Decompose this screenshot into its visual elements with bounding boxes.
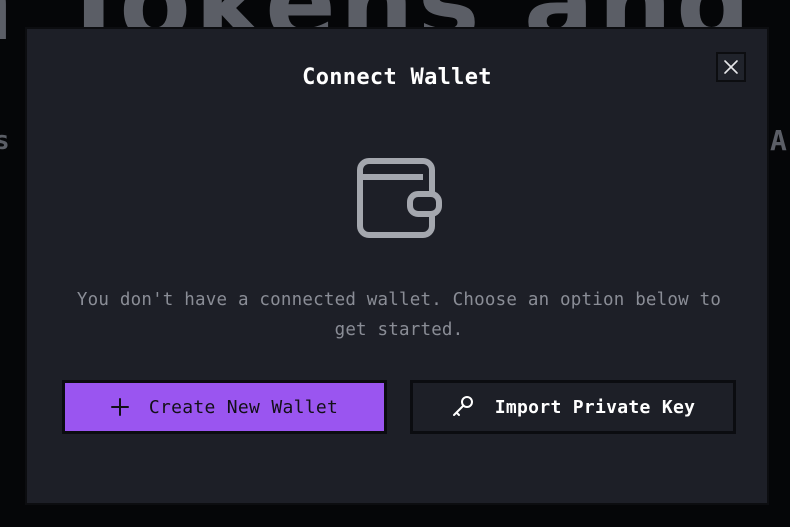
close-button[interactable] <box>716 52 746 82</box>
close-icon <box>724 60 738 74</box>
plus-icon <box>110 398 129 416</box>
wallet-icon <box>357 157 443 243</box>
create-new-wallet-button[interactable]: Create New Wallet <box>62 380 387 434</box>
import-private-key-button[interactable]: Import Private Key <box>410 380 736 434</box>
create-new-wallet-label: Create New Wallet <box>148 396 339 418</box>
import-private-key-label: Import Private Key <box>494 396 696 418</box>
background-subtext-right: A <box>770 124 787 157</box>
background-subtext-left: s <box>0 126 10 156</box>
no-wallet-message: You don't have a connected wallet. Choos… <box>76 290 722 340</box>
modal-title: Connect Wallet <box>302 65 492 90</box>
key-icon <box>451 395 475 419</box>
connect-wallet-modal: Connect Wallet You don't have a connecte… <box>25 27 769 505</box>
